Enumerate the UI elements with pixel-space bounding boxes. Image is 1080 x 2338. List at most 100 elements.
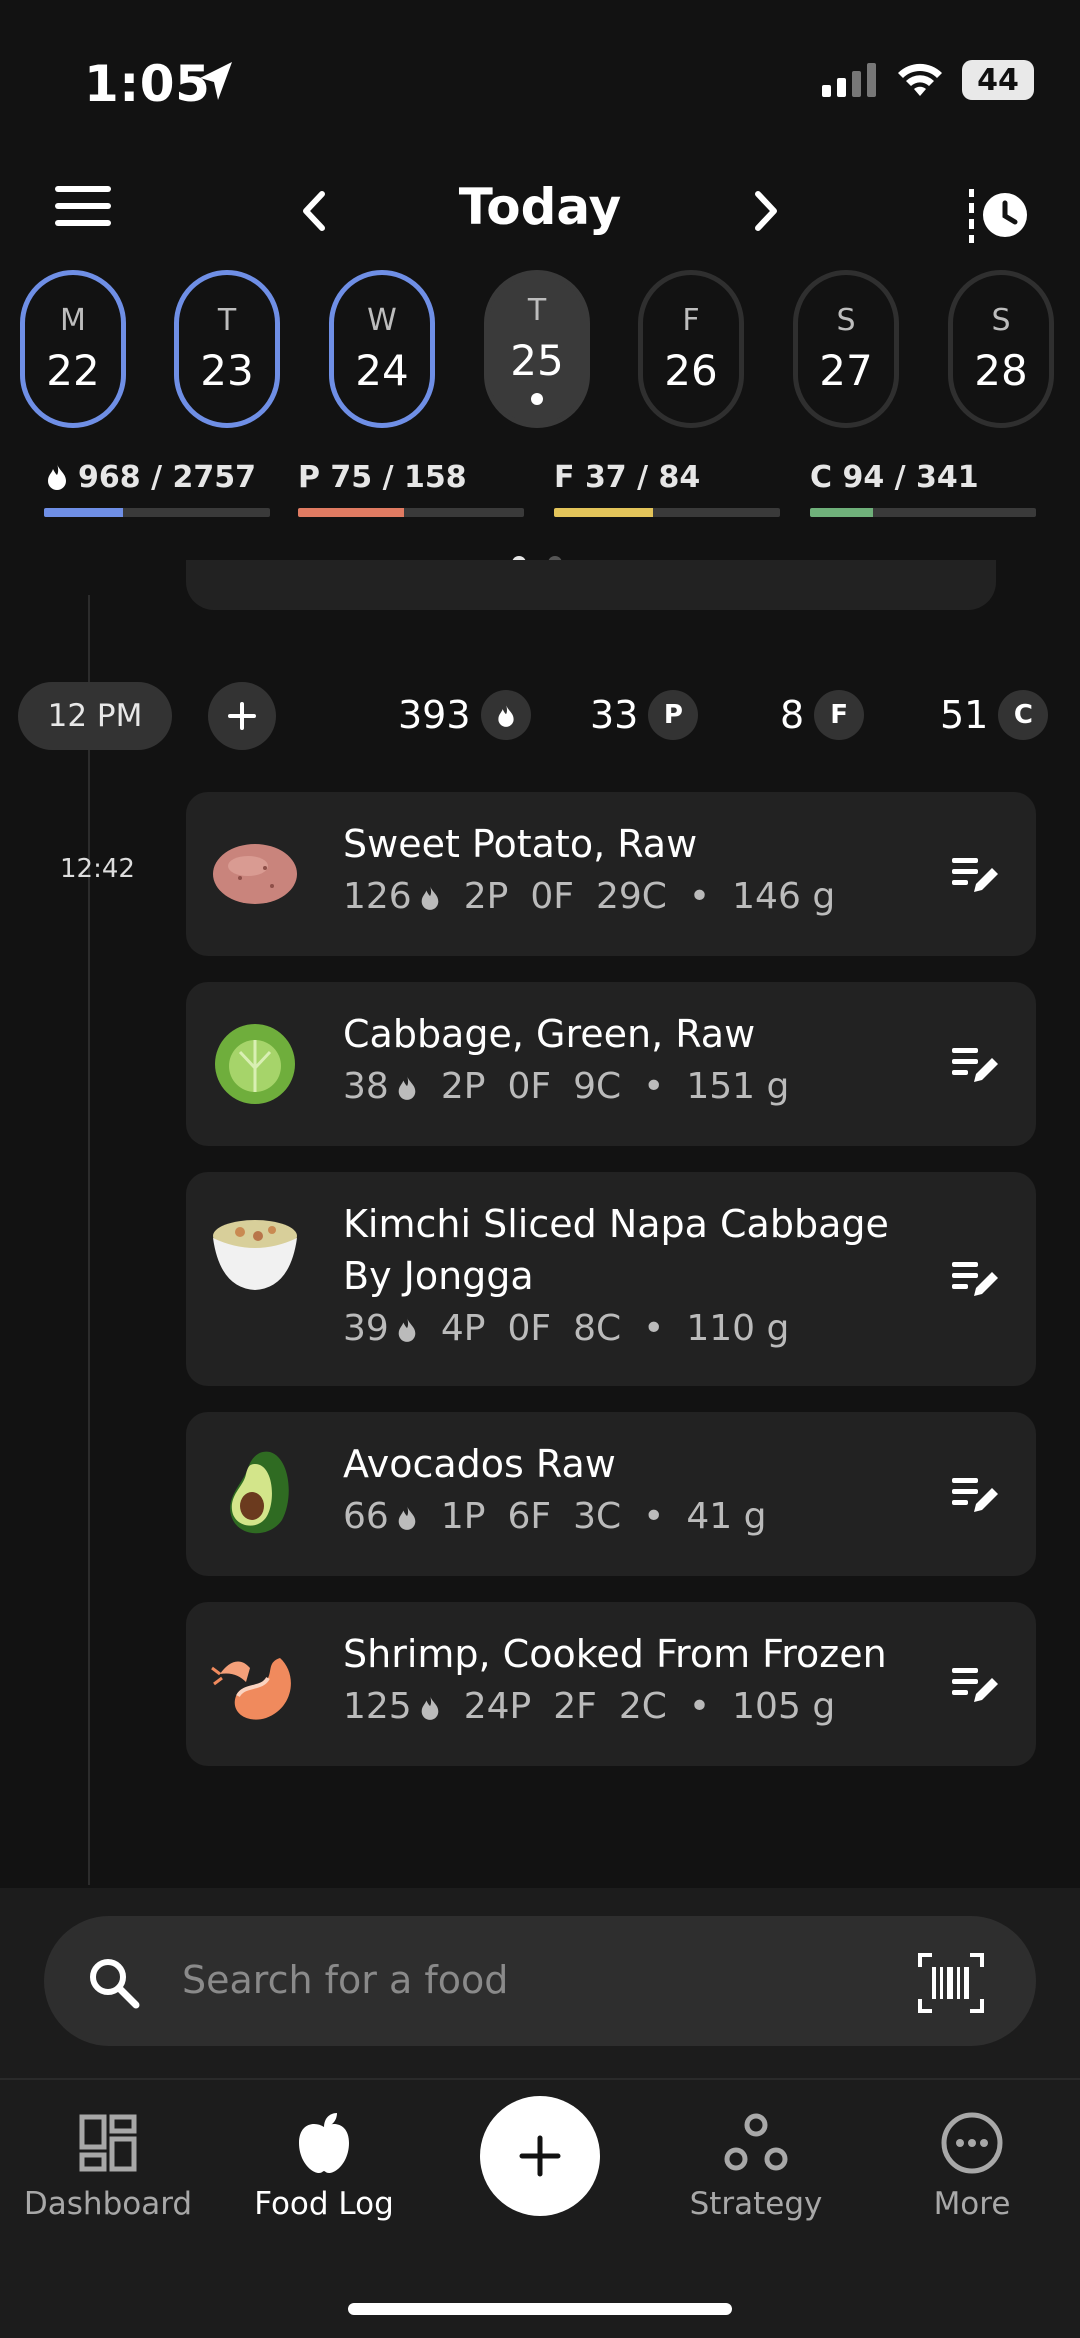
plus-icon	[228, 702, 256, 730]
separator-dot: •	[643, 1496, 665, 1537]
food-carbs: 3C	[573, 1496, 622, 1537]
food-entry-card[interactable]: Kimchi Sliced Napa Cabbage By Jongga 39 …	[186, 1172, 1036, 1386]
tab-more[interactable]: More	[872, 2108, 1072, 2222]
day-thursday-today[interactable]: T 25	[484, 270, 590, 428]
barcode-scan-icon[interactable]	[918, 1953, 984, 2013]
meal-time-chip[interactable]: 12 PM	[18, 682, 172, 750]
food-fat: 0F	[530, 876, 574, 917]
meal-carbs-value: 51	[940, 693, 989, 737]
food-macros: 66 1P 6F 3C • 41 g	[343, 1496, 788, 1537]
dashboard-icon	[79, 2114, 137, 2172]
food-calories: 39	[343, 1308, 389, 1349]
food-entry-card[interactable]: Sweet Potato, Raw 126 2P 0F 29C • 146 g	[186, 792, 1036, 956]
day-weekday-label: F	[682, 303, 700, 338]
separator-dot: •	[688, 1686, 711, 1727]
day-friday[interactable]: F 26	[638, 270, 744, 428]
food-weight: 146 g	[732, 876, 836, 917]
flame-icon	[398, 1074, 416, 1100]
food-entry-card[interactable]: Cabbage, Green, Raw 38 2P 0F 9C • 151 g	[186, 982, 1036, 1146]
food-fat: 0F	[507, 1308, 552, 1349]
day-weekday-label: S	[991, 303, 1011, 338]
previous-card-edge	[186, 560, 996, 610]
food-calories: 125	[343, 1686, 412, 1727]
meal-fat-value: 8	[780, 693, 805, 737]
calorie-progress-fill	[44, 508, 124, 517]
edit-entry-icon[interactable]	[950, 1662, 1000, 1708]
protein-progress-fill	[298, 508, 405, 517]
calorie-summary: 968 / 2757	[44, 460, 256, 495]
edit-entry-icon[interactable]	[950, 1472, 1000, 1518]
food-fat: 0F	[507, 1066, 552, 1107]
flame-icon	[398, 1504, 416, 1530]
flame-icon	[48, 463, 66, 490]
protein-summary: P 75 / 158	[298, 460, 467, 495]
apple-icon	[299, 2113, 349, 2173]
entry-time: 12:42	[60, 854, 135, 884]
day-monday[interactable]: M 22	[20, 270, 126, 428]
page-title: Today	[458, 178, 622, 236]
tab-label: More	[933, 2186, 1011, 2222]
edit-entry-icon[interactable]	[950, 852, 1000, 898]
tab-bar-divider	[0, 2078, 1080, 2080]
search-input[interactable]: Search for a food	[182, 1958, 508, 2002]
carbs-badge: C	[998, 690, 1049, 740]
food-macros: 38 2P 0F 9C • 151 g	[343, 1066, 811, 1107]
food-macros: 125 24P 2F 2C • 105 g	[343, 1686, 857, 1727]
carbs-progress-bar	[810, 508, 1036, 517]
food-name-line2: By Jongga	[343, 1254, 534, 1298]
food-name: Cabbage, Green, Raw	[343, 1012, 756, 1056]
flame-badge	[480, 690, 531, 740]
tab-food-log[interactable]: Food Log	[224, 2108, 424, 2222]
fat-badge: F	[814, 690, 865, 740]
food-name: Shrimp, Cooked From Frozen	[343, 1632, 887, 1676]
meal-header: 12 PM 393 33 P 8F 51 C	[18, 682, 1068, 752]
food-entry-card[interactable]: Shrimp, Cooked From Frozen 125 24P 2F 2C…	[186, 1602, 1036, 1766]
battery-indicator: 44	[962, 60, 1034, 100]
tab-label: Dashboard	[23, 2186, 193, 2222]
sweet-potato-icon	[213, 844, 297, 904]
fat-progress-bar	[554, 508, 780, 517]
food-name: Avocados Raw	[343, 1442, 616, 1486]
day-number: 25	[510, 336, 564, 385]
tab-dashboard[interactable]: Dashboard	[8, 2108, 208, 2222]
edit-entry-icon[interactable]	[950, 1256, 1000, 1302]
add-entry-button[interactable]	[480, 2096, 600, 2216]
meal-calories-value: 393	[398, 693, 471, 737]
food-calories: 38	[343, 1066, 389, 1107]
food-macros: 39 4P 0F 8C • 110 g	[343, 1308, 811, 1349]
signal-icon	[822, 63, 876, 97]
food-calories: 66	[343, 1496, 389, 1537]
food-protein: 2P	[463, 876, 509, 917]
chevron-right-icon[interactable]	[752, 190, 782, 232]
flame-icon	[497, 704, 514, 727]
day-weekday-label: T	[217, 303, 237, 338]
food-entry-card[interactable]: Avocados Raw 66 1P 6F 3C • 41 g	[186, 1412, 1036, 1576]
edit-entry-icon[interactable]	[950, 1042, 1000, 1088]
home-indicator	[348, 2303, 732, 2315]
meal-carbs: 51 C	[940, 690, 1049, 740]
flame-icon	[421, 884, 439, 910]
food-name: Sweet Potato, Raw	[343, 822, 698, 866]
day-saturday[interactable]: S 27	[793, 270, 899, 428]
food-protein: 1P	[440, 1496, 486, 1537]
separator-dot: •	[643, 1308, 665, 1349]
carbs-summary: C 94 / 341	[810, 460, 979, 495]
cabbage-icon	[215, 1024, 295, 1104]
food-weight: 151 g	[686, 1066, 790, 1107]
add-to-meal-button[interactable]	[208, 682, 276, 750]
timeline-line	[88, 595, 90, 1885]
tab-strategy[interactable]: Strategy	[656, 2108, 856, 2222]
day-number: 28	[974, 346, 1028, 395]
day-number: 23	[200, 346, 254, 395]
day-number: 22	[46, 346, 100, 395]
day-tuesday[interactable]: T 23	[174, 270, 280, 428]
protein-badge: P	[648, 690, 699, 740]
kimchi-bowl-icon	[213, 1220, 297, 1290]
day-sunday[interactable]: S 28	[948, 270, 1054, 428]
history-clock-icon[interactable]	[965, 185, 1035, 245]
food-calories: 126	[343, 876, 412, 917]
day-wednesday[interactable]: W 24	[329, 270, 435, 428]
tab-label: Food Log	[254, 2186, 394, 2222]
day-weekday-label: M	[60, 303, 86, 338]
food-carbs: 2C	[618, 1686, 667, 1727]
